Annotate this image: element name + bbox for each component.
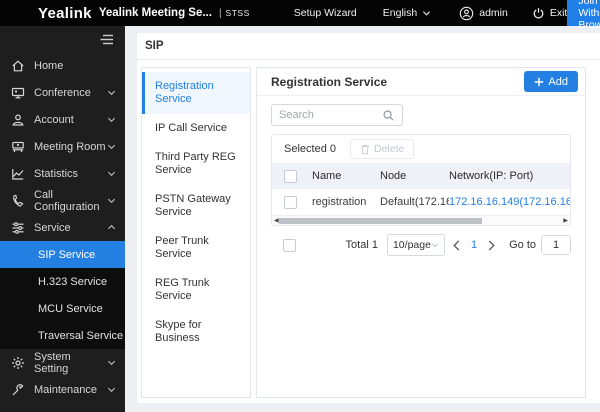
service-submenu: SIP Service H.323 Service MCU Service Tr… (0, 241, 125, 349)
chevron-down-icon (107, 385, 116, 394)
content-container: Registration Service IP Call Service Thi… (137, 60, 600, 403)
column-header-node: Node (380, 170, 407, 182)
trash-icon (360, 144, 370, 155)
plus-icon (534, 77, 544, 87)
add-button[interactable]: Add (524, 71, 578, 92)
service-icon (11, 221, 25, 235)
registration-table: Selected 0 Delete Name Node Network(IP: … (271, 134, 571, 226)
language-label: English (382, 7, 418, 19)
add-button-label: Add (548, 75, 568, 88)
collapse-menu-icon[interactable] (100, 34, 114, 45)
user-avatar-icon (459, 6, 474, 21)
user-menu[interactable]: admin (459, 6, 508, 21)
current-page-number[interactable]: 1 (471, 239, 477, 251)
chevron-down-icon (107, 358, 116, 367)
home-icon (11, 59, 25, 73)
search-input[interactable] (279, 109, 382, 121)
select-all-checkbox[interactable] (284, 169, 297, 183)
registration-service-panel: Registration Service Add Search Selected… (256, 67, 586, 398)
cell-name: registration (312, 196, 367, 208)
sidebar-item-statistics[interactable]: Statistics (0, 160, 125, 187)
scroll-left-arrow-icon[interactable]: ◀ (274, 216, 279, 226)
exit-button[interactable]: Exit (532, 7, 568, 20)
join-with-browser-button[interactable]: Join With Browser (567, 0, 600, 31)
sidebar-item-home[interactable]: Home (0, 52, 125, 79)
search-box (271, 104, 403, 126)
page-title: SIP (137, 33, 600, 60)
username-label: admin (479, 7, 508, 19)
table-row: registration Default(172.16 172.16.16.14… (272, 189, 570, 215)
account-icon (11, 113, 25, 127)
product-title: Yealink Meeting Se... (98, 7, 212, 19)
top-bar: Yealink Yealink Meeting Se... | STSS Set… (0, 0, 600, 31)
statistics-icon (11, 167, 25, 181)
chevron-down-icon (107, 196, 116, 205)
table-header-row: Name Node Network(IP: Port) (272, 163, 570, 189)
pagination-bar: Total 1 10/page 1 Go to 1 (271, 234, 571, 256)
subnav-item-peer-trunk-service[interactable]: Peer Trunk Service (142, 227, 250, 269)
exit-label: Exit (549, 7, 568, 19)
sidebar-item-traversal-service[interactable]: Traversal Service (0, 322, 125, 349)
sidebar: Home Conference Account Meeting Room Sta… (0, 26, 125, 412)
sidebar-item-mcu-service[interactable]: MCU Service (0, 295, 125, 322)
sidebar-item-service[interactable]: Service (0, 214, 125, 241)
sidebar-item-sip-service[interactable]: SIP Service (0, 241, 125, 268)
language-selector[interactable]: English (383, 7, 431, 19)
sidebar-item-meeting-room[interactable]: Meeting Room (0, 133, 125, 160)
cell-network-link[interactable]: 172.16.16.149(172.16.16.149:506 (449, 196, 570, 208)
column-header-network: Network(IP: Port) (449, 170, 534, 182)
delete-button-label: Delete (373, 143, 405, 155)
subnav-item-registration-service[interactable]: Registration Service (142, 72, 250, 114)
subnav-item-ip-call-service[interactable]: IP Call Service (142, 114, 250, 143)
yealink-logo: Yealink (38, 4, 92, 22)
setup-wizard-link[interactable]: Setup Wizard (294, 7, 357, 19)
sidebar-item-system-setting[interactable]: System Setting (0, 349, 125, 376)
chevron-down-icon (107, 169, 116, 178)
column-header-name: Name (312, 170, 342, 182)
subnav-item-skype-for-business[interactable]: Skype for Business (142, 311, 250, 353)
chevron-down-icon (107, 88, 116, 97)
call-configuration-icon (11, 194, 25, 208)
subnav-item-pstn-gateway-service[interactable]: PSTN Gateway Service (142, 185, 250, 227)
chevron-down-icon (107, 142, 116, 151)
scrollbar-thumb[interactable] (279, 218, 482, 224)
sidebar-item-conference[interactable]: Conference (0, 79, 125, 106)
chevron-down-icon (107, 115, 116, 124)
environment-tag: | STSS (218, 7, 250, 19)
sidebar-item-account[interactable]: Account (0, 106, 125, 133)
next-page-button[interactable] (487, 239, 496, 251)
chevron-down-icon (431, 241, 439, 249)
system-setting-icon (11, 356, 25, 370)
main-content: SIP Registration Service IP Call Service… (125, 26, 600, 412)
pagination-select-all-checkbox[interactable] (283, 238, 296, 252)
search-icon[interactable] (382, 109, 395, 122)
sip-subnav: Registration Service IP Call Service Thi… (141, 67, 251, 398)
sidebar-item-h323-service[interactable]: H.323 Service (0, 268, 125, 295)
chevron-down-icon (422, 9, 431, 18)
selected-count-label: Selected 0 (284, 143, 336, 155)
previous-page-button[interactable] (452, 239, 461, 251)
goto-page-input[interactable] (541, 235, 571, 255)
subnav-item-third-party-reg-service[interactable]: Third Party REG Service (142, 143, 250, 185)
horizontal-scrollbar[interactable]: ◀ ▶ (272, 215, 570, 225)
panel-title: Registration Service (271, 74, 388, 89)
chevron-up-icon (107, 223, 116, 232)
meeting-room-icon (11, 140, 25, 154)
goto-label: Go to (509, 239, 536, 251)
conference-icon (11, 86, 25, 100)
power-icon (532, 7, 545, 20)
maintenance-icon (11, 383, 25, 397)
delete-button[interactable]: Delete (349, 139, 415, 159)
page-size-select[interactable]: 10/page (386, 234, 445, 256)
page-size-value: 10/page (392, 239, 431, 251)
scroll-right-arrow-icon[interactable]: ▶ (563, 216, 568, 226)
total-count-label: Total 1 (345, 239, 378, 251)
row-checkbox[interactable] (284, 195, 297, 209)
sidebar-item-maintenance[interactable]: Maintenance (0, 376, 125, 403)
sidebar-item-call-configuration[interactable]: Call Configuration (0, 187, 125, 214)
cell-node: Default(172.16 (380, 196, 449, 208)
subnav-item-reg-trunk-service[interactable]: REG Trunk Service (142, 269, 250, 311)
